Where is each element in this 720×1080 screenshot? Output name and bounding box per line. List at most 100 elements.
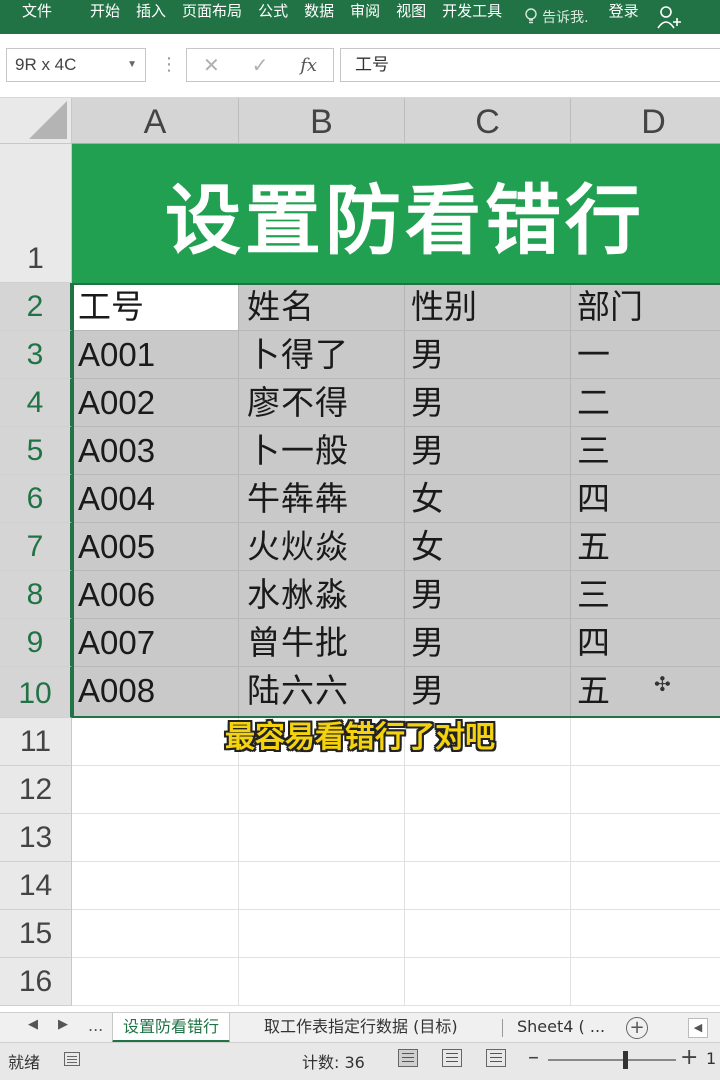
empty-cell[interactable] bbox=[405, 910, 571, 958]
table-cell-id[interactable]: A003 bbox=[72, 427, 239, 475]
table-cell-gender[interactable]: 女 bbox=[405, 523, 571, 571]
empty-cell[interactable] bbox=[239, 910, 405, 958]
row-header-14[interactable]: 14 bbox=[0, 862, 72, 910]
empty-cell[interactable] bbox=[405, 814, 571, 862]
row-header-1[interactable]: 1 bbox=[0, 144, 72, 283]
column-header-c[interactable]: C bbox=[405, 98, 571, 144]
row-header-10[interactable]: 10 bbox=[0, 667, 72, 718]
tab-data[interactable]: 数据 bbox=[296, 0, 342, 34]
zoom-in-button[interactable]: + bbox=[680, 1045, 698, 1070]
zoom-slider-handle[interactable] bbox=[623, 1051, 628, 1069]
sheet-tab-2[interactable]: 取工作表指定行数据 (目标) bbox=[254, 1013, 468, 1043]
prev-sheet-icon[interactable]: ◀ bbox=[28, 1017, 38, 1032]
table-cell-id[interactable]: A007 bbox=[72, 619, 239, 667]
table-cell-gender[interactable]: 男 bbox=[405, 331, 571, 379]
chevron-down-icon[interactable]: ▼ bbox=[127, 49, 137, 81]
zoom-slider[interactable] bbox=[548, 1059, 676, 1061]
tab-formulas[interactable]: 公式 bbox=[250, 0, 296, 34]
drag-handle-icon[interactable]: ⋮ bbox=[160, 54, 178, 74]
empty-cell[interactable] bbox=[239, 766, 405, 814]
table-cell-name[interactable]: 卜得了 bbox=[239, 331, 405, 379]
name-box[interactable]: 9R x 4C ▼ bbox=[6, 48, 146, 82]
table-cell-gender[interactable]: 男 bbox=[405, 379, 571, 427]
tab-view[interactable]: 视图 bbox=[388, 0, 434, 34]
add-sheet-button[interactable]: + bbox=[626, 1017, 648, 1039]
close-icon[interactable]: ✕ bbox=[203, 53, 220, 78]
table-cell-dept[interactable]: 三 bbox=[571, 571, 720, 619]
table-cell-id[interactable]: A004 bbox=[72, 475, 239, 523]
empty-cell[interactable] bbox=[405, 958, 571, 1006]
empty-cell[interactable] bbox=[571, 814, 720, 862]
table-cell-dept[interactable]: 四 bbox=[571, 475, 720, 523]
more-sheets-button[interactable]: ... bbox=[88, 1016, 103, 1035]
column-header-b[interactable]: B bbox=[239, 98, 405, 144]
column-header-d[interactable]: D bbox=[571, 98, 720, 144]
row-header-12[interactable]: 12 bbox=[0, 766, 72, 814]
row-header-16[interactable]: 16 bbox=[0, 958, 72, 1006]
table-cell-gender[interactable]: 男 bbox=[405, 619, 571, 667]
header-cell-dept[interactable]: 部门 bbox=[571, 283, 720, 331]
empty-cell[interactable] bbox=[239, 862, 405, 910]
table-cell-id[interactable]: A001 bbox=[72, 331, 239, 379]
empty-cell[interactable] bbox=[571, 910, 720, 958]
zoom-level[interactable]: 1 bbox=[706, 1049, 716, 1068]
row-header-8[interactable]: 8 bbox=[0, 571, 72, 619]
scroll-left-icon[interactable]: ◀ bbox=[688, 1018, 708, 1038]
sheet-tab-3[interactable]: Sheet4 ( ... bbox=[507, 1013, 615, 1043]
empty-cell[interactable] bbox=[72, 862, 239, 910]
tab-file[interactable]: 文件 bbox=[0, 0, 60, 34]
empty-cell[interactable] bbox=[72, 958, 239, 1006]
header-cell-name[interactable]: 姓名 bbox=[239, 283, 405, 331]
tab-insert[interactable]: 插入 bbox=[128, 0, 174, 34]
table-cell-dept[interactable]: 一 bbox=[571, 331, 720, 379]
share-user-icon[interactable] bbox=[656, 4, 683, 30]
empty-cell[interactable] bbox=[72, 766, 239, 814]
row-header-5[interactable]: 5 bbox=[0, 427, 72, 475]
next-sheet-icon[interactable]: ▶ bbox=[58, 1017, 68, 1032]
table-cell-dept[interactable]: 四 bbox=[571, 619, 720, 667]
table-cell-name[interactable]: 陆六六 bbox=[239, 667, 405, 718]
insert-function-button[interactable]: fx bbox=[300, 55, 317, 76]
row-header-6[interactable]: 6 bbox=[0, 475, 72, 523]
empty-cell[interactable] bbox=[72, 910, 239, 958]
header-cell-id[interactable]: 工号 bbox=[72, 283, 239, 331]
empty-cell[interactable] bbox=[72, 814, 239, 862]
table-cell-name[interactable]: 牛犇犇 bbox=[239, 475, 405, 523]
table-cell-id[interactable]: A008 bbox=[72, 667, 239, 718]
normal-view-icon[interactable] bbox=[398, 1049, 418, 1067]
select-all-button[interactable] bbox=[0, 98, 72, 144]
page-layout-view-icon[interactable] bbox=[442, 1049, 462, 1067]
table-cell-id[interactable]: A005 bbox=[72, 523, 239, 571]
table-cell-dept[interactable]: 三 bbox=[571, 427, 720, 475]
tab-developer[interactable]: 开发工具 bbox=[434, 0, 510, 34]
table-cell-id[interactable]: A002 bbox=[72, 379, 239, 427]
table-cell-name[interactable]: 廖不得 bbox=[239, 379, 405, 427]
table-cell-name[interactable]: 水沝淼 bbox=[239, 571, 405, 619]
row-header-13[interactable]: 13 bbox=[0, 814, 72, 862]
empty-cell[interactable] bbox=[405, 862, 571, 910]
table-cell-name[interactable]: 火炏焱 bbox=[239, 523, 405, 571]
tab-review[interactable]: 审阅 bbox=[342, 0, 388, 34]
row-header-9[interactable]: 9 bbox=[0, 619, 72, 667]
table-cell-name[interactable]: 卜一般 bbox=[239, 427, 405, 475]
tell-me-search[interactable]: 告诉我. bbox=[524, 7, 589, 27]
table-cell-gender[interactable]: 男 bbox=[405, 427, 571, 475]
table-cell-dept[interactable]: 二 bbox=[571, 379, 720, 427]
row-header-4[interactable]: 4 bbox=[0, 379, 72, 427]
row-header-7[interactable]: 7 bbox=[0, 523, 72, 571]
zoom-out-button[interactable]: – bbox=[528, 1045, 539, 1070]
page-break-view-icon[interactable] bbox=[486, 1049, 506, 1067]
table-cell-gender[interactable]: 男 bbox=[405, 667, 571, 718]
formula-input[interactable]: 工号 bbox=[340, 48, 720, 82]
table-cell-gender[interactable]: 男 bbox=[405, 571, 571, 619]
table-cell-gender[interactable]: 女 bbox=[405, 475, 571, 523]
macro-record-icon[interactable] bbox=[64, 1052, 80, 1066]
row-header-3[interactable]: 3 bbox=[0, 331, 72, 379]
table-cell-dept[interactable]: 五 bbox=[571, 667, 720, 718]
tab-home[interactable]: 开始 bbox=[82, 0, 128, 34]
empty-cell[interactable] bbox=[239, 958, 405, 1006]
header-cell-gender[interactable]: 性别 bbox=[405, 283, 571, 331]
empty-cell[interactable] bbox=[571, 766, 720, 814]
table-cell-dept[interactable]: 五 bbox=[571, 523, 720, 571]
table-cell-id[interactable]: A006 bbox=[72, 571, 239, 619]
